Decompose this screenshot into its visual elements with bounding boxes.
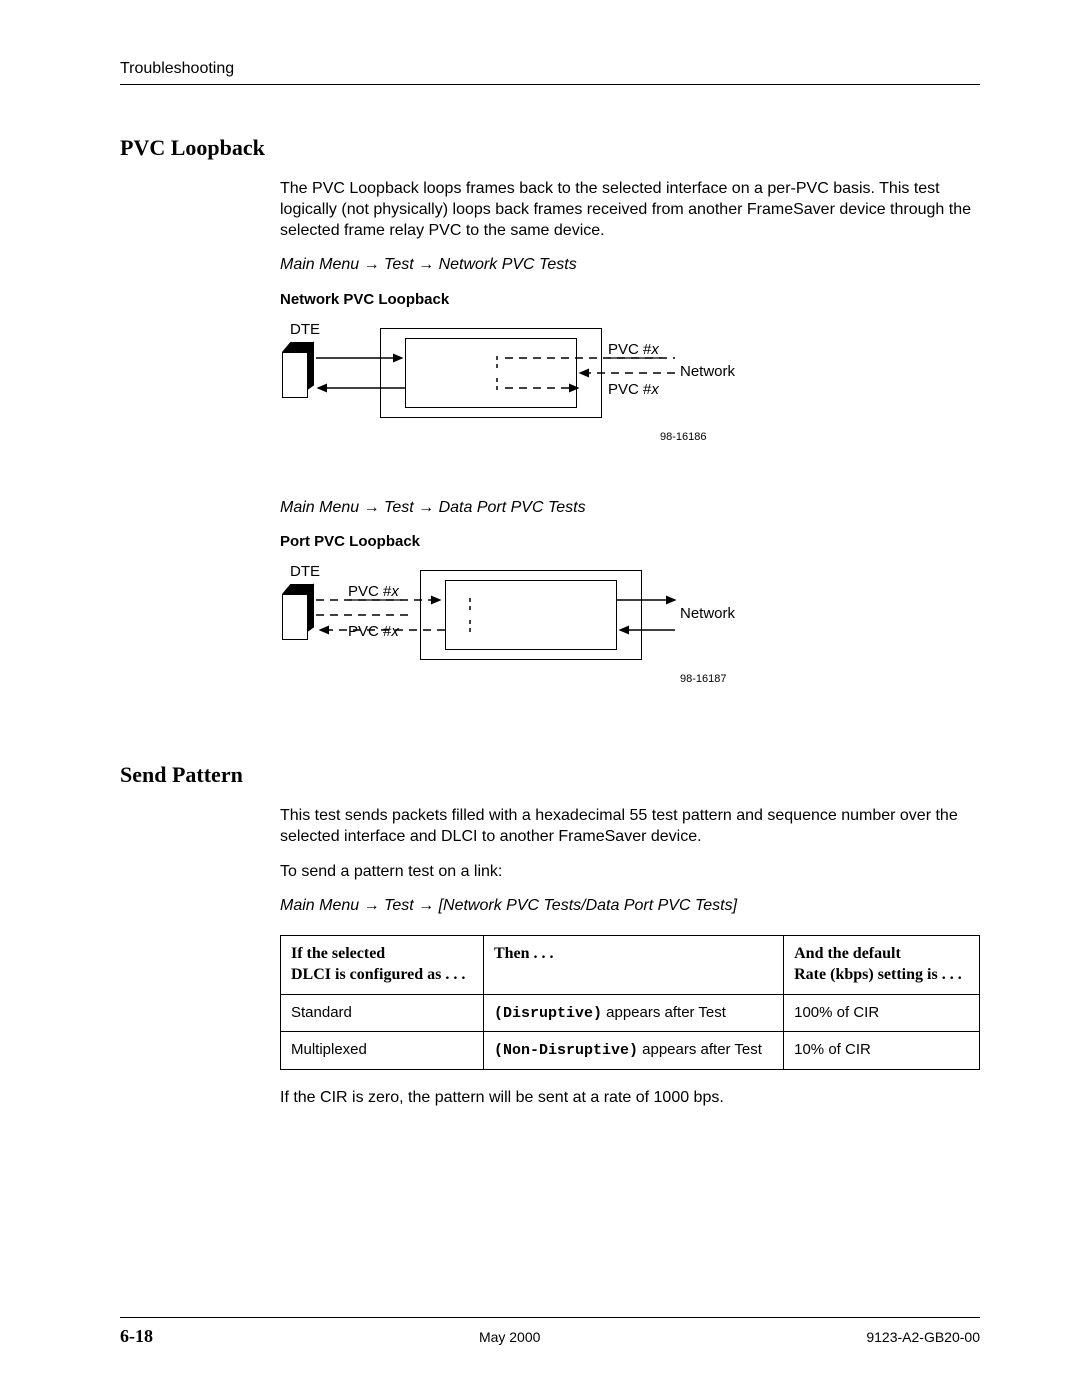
subheading-port-pvc-loopback: Port PVC Loopback xyxy=(280,532,980,552)
diagram-network-pvc-loopback: DTE PVC #x Network PVC #x 98-16186 xyxy=(280,320,800,470)
running-header: Troubleshooting xyxy=(120,60,980,78)
cell-non-disruptive: (Non-Disruptive) appears after Test xyxy=(483,1032,783,1070)
subheading-network-pvc-loopback: Network PVC Loopback xyxy=(280,290,980,310)
pvc-intro-paragraph: The PVC Loopback loops frames back to th… xyxy=(280,179,980,241)
send-intro-paragraph: This test sends packets filled with a he… xyxy=(280,806,980,848)
table-row: Multiplexed (Non-Disruptive) appears aft… xyxy=(281,1032,980,1070)
cell-10-cir: 10% of CIR xyxy=(784,1032,980,1070)
send-pattern-table: If the selectedDLCI is configured as . .… xyxy=(280,935,980,1070)
footer-date: May 2000 xyxy=(479,1329,540,1345)
nav-path-data-port-pvc: Main Menu → Test → Data Port PVC Tests xyxy=(280,498,980,519)
footer-rule xyxy=(120,1317,980,1318)
nav-path-network-pvc: Main Menu → Test → Network PVC Tests xyxy=(280,255,980,276)
table-header-dlci: If the selectedDLCI is configured as . .… xyxy=(281,936,484,995)
footer-page-number: 6-18 xyxy=(120,1326,153,1347)
table-header-then: Then . . . xyxy=(483,936,783,995)
cell-disruptive: (Disruptive) appears after Test xyxy=(483,994,783,1032)
table-header-rate: And the defaultRate (kbps) setting is . … xyxy=(784,936,980,995)
diag1-arrows xyxy=(280,320,800,470)
cell-multiplexed: Multiplexed xyxy=(281,1032,484,1070)
heading-pvc-loopback: PVC Loopback xyxy=(120,135,980,161)
table-row: Standard (Disruptive) appears after Test… xyxy=(281,994,980,1032)
send-lead-line: To send a pattern test on a link: xyxy=(280,862,980,883)
header-rule xyxy=(120,84,980,85)
nav-path-send-pattern: Main Menu → Test → [Network PVC Tests/Da… xyxy=(280,896,980,917)
heading-send-pattern: Send Pattern xyxy=(120,762,980,788)
footer-doc-id: 9123-A2-GB20-00 xyxy=(866,1329,980,1345)
cell-standard: Standard xyxy=(281,994,484,1032)
diag2-arrows xyxy=(280,562,800,712)
send-note: If the CIR is zero, the pattern will be … xyxy=(280,1088,980,1109)
cell-100-cir: 100% of CIR xyxy=(784,994,980,1032)
diagram-port-pvc-loopback: DTE PVC #x PVC #x Network 98-16187 xyxy=(280,562,800,712)
page-footer: 6-18 May 2000 9123-A2-GB20-00 xyxy=(120,1317,980,1347)
